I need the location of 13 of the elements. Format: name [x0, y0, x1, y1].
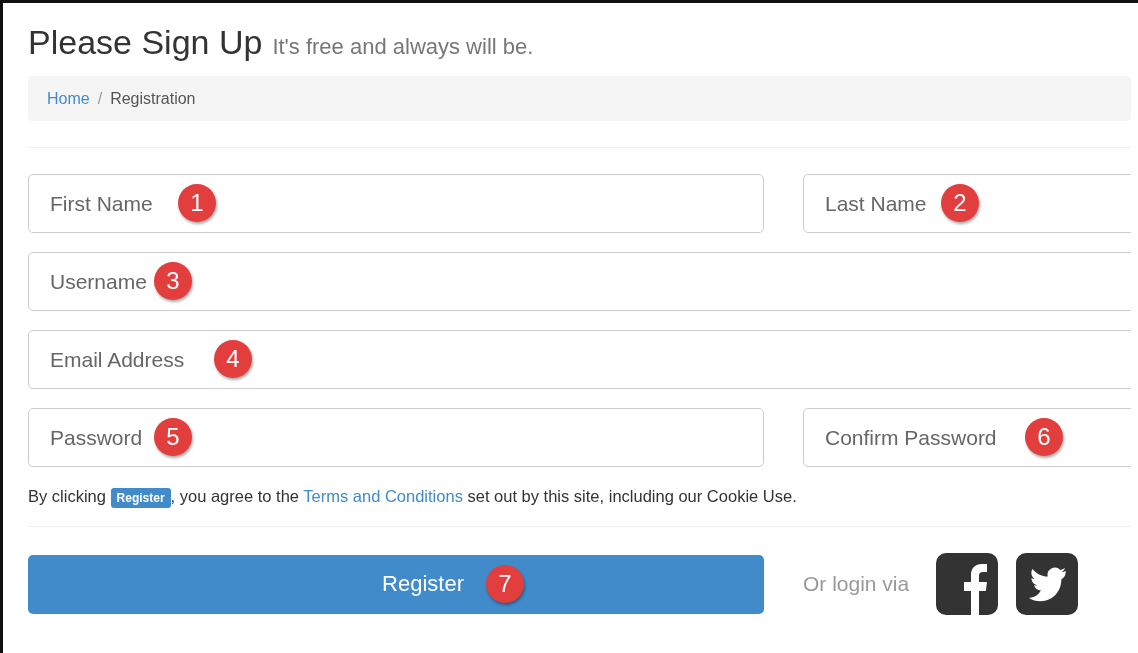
register-button[interactable]: Register 7 — [28, 554, 764, 614]
terms-link[interactable]: Terms and Conditions — [303, 487, 463, 505]
login-via-text: Or login via — [803, 572, 910, 596]
page-title: Please Sign Up — [28, 23, 263, 62]
breadcrumb-separator: / — [97, 89, 103, 108]
register-label: Register — [110, 488, 171, 508]
twitter-icon[interactable] — [1016, 553, 1079, 615]
terms-text: By clicking Register , you agree to the Terms and Conditions set out by this site, including our Cookie Use. — [28, 487, 1131, 506]
number-badge: 7 — [485, 565, 524, 603]
facebook-icon[interactable] — [936, 553, 999, 615]
page-subtitle: It's free and always will be. — [272, 34, 534, 60]
breadcrumb-current: Registration — [110, 89, 196, 108]
breadcrumb-link[interactable]: Home — [47, 89, 90, 108]
